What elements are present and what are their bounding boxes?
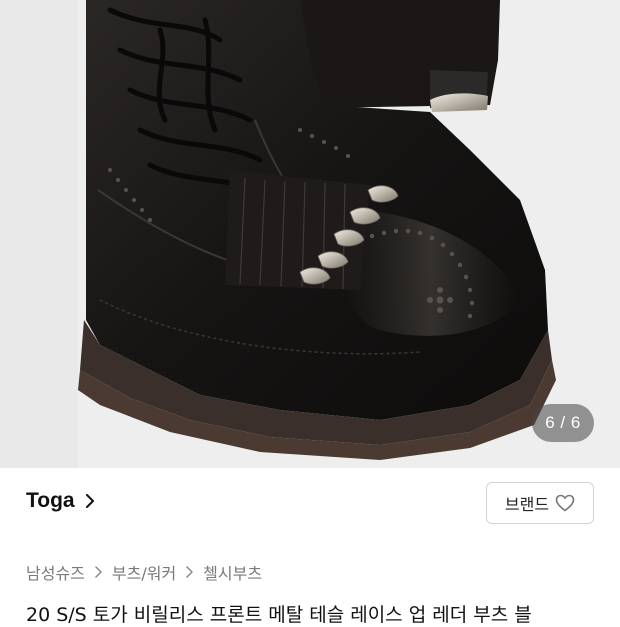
breadcrumb-item-boots-walker[interactable]: 부츠/워커 bbox=[112, 560, 176, 584]
brand-button-label: 브랜드 bbox=[504, 495, 550, 514]
image-counter: 6 / 6 bbox=[532, 404, 594, 442]
chevron-right-icon bbox=[85, 494, 94, 508]
brand-name: Toga bbox=[26, 489, 75, 512]
breadcrumb-item-mens-shoes[interactable]: 남성슈즈 bbox=[26, 560, 85, 584]
product-image[interactable]: 6 / 6 bbox=[0, 0, 620, 468]
chevron-right-icon bbox=[95, 566, 102, 578]
heart-outline-icon bbox=[555, 494, 575, 512]
product-title: 20 S/S 토가 비릴리스 프론트 메탈 테슬 레이스 업 레더 부츠 블 bbox=[26, 604, 532, 626]
breadcrumb: 남성슈즈 부츠/워커 첼시부츠 bbox=[26, 560, 262, 584]
brand-row: Toga 브랜드 bbox=[0, 468, 620, 538]
boot-illustration bbox=[0, 0, 620, 468]
brand-link[interactable]: Toga bbox=[26, 484, 97, 518]
chevron-right-icon bbox=[186, 566, 193, 578]
breadcrumb-item-chelsea-boots[interactable]: 첼시부츠 bbox=[203, 560, 262, 584]
brand-favorite-button[interactable]: 브랜드 bbox=[486, 482, 594, 524]
